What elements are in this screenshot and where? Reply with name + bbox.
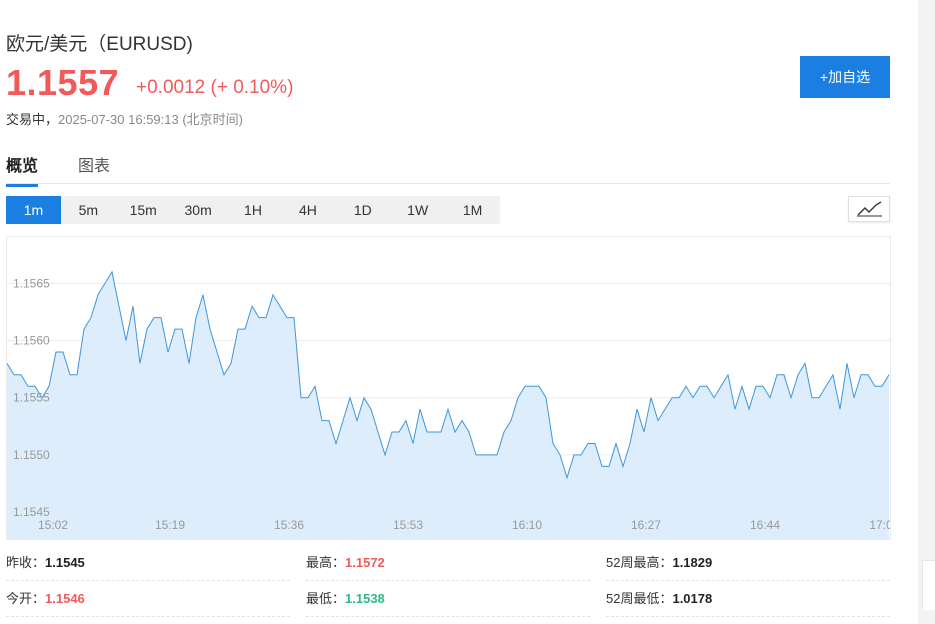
tab-chart[interactable]: 图表: [78, 152, 110, 184]
period-1m[interactable]: 1m: [6, 196, 61, 224]
stat-label: 最低：: [306, 591, 346, 606]
period-selector: 1m 5m 15m 30m 1H 4H 1D 1W 1M: [6, 196, 500, 224]
x-tick-label: 15:19: [155, 518, 185, 532]
stat-value: 1.1829: [672, 555, 713, 570]
x-tick-label: 16:44: [750, 518, 780, 532]
stat-value: 1.0178: [672, 591, 713, 606]
tab-overview[interactable]: 概览: [6, 152, 39, 187]
stat-52w-high: 52周最高：1.1829: [606, 548, 890, 581]
stat-value: 1.1572: [345, 555, 385, 570]
period-1w[interactable]: 1W: [390, 196, 445, 224]
stat-prev-close: 昨收：1.1545: [6, 548, 290, 581]
price-change: +0.0012 (+ 0.10%): [136, 77, 294, 98]
line-chart-icon: [857, 201, 882, 217]
stat-label: 昨收：: [6, 555, 46, 570]
x-tick-label: 15:02: [38, 518, 68, 532]
stat-low: 最低：1.1538: [306, 584, 590, 617]
price-chart: 1.1545 1.1550 1.1555 1.1560 1.1565 15:02 15:19…: [6, 236, 891, 540]
trading-status: 交易中，2025-07-30 16:59:13 (北京时间): [6, 109, 243, 128]
stat-high: 最高：1.1572: [306, 548, 590, 581]
stat-52w-low: 52周最低：1.0178: [606, 584, 890, 617]
view-tabs: 概览 图表: [6, 150, 890, 187]
add-watchlist-button[interactable]: +加自选: [800, 56, 890, 98]
page-title: 欧元/美元（EURUSD): [6, 34, 193, 55]
period-1d[interactable]: 1D: [335, 196, 390, 224]
stat-value: 1.1546: [45, 591, 85, 606]
stat-label: 今开：: [6, 591, 46, 606]
x-tick-label: 16:27: [631, 518, 661, 532]
y-tick-label: 1.1565: [13, 276, 50, 290]
chart-type-toggle[interactable]: [848, 196, 890, 222]
y-tick-label: 1.1550: [13, 448, 50, 462]
y-tick-label: 1.1560: [13, 334, 50, 348]
price-chart-svg: 1.15451.15501.15551.15601.156515:02 15:19…: [7, 270, 891, 539]
stat-label: 最高：: [306, 555, 346, 570]
status-timestamp: 2025-07-30 16:59:13 (北京时间): [58, 112, 243, 127]
status-label: 交易中，: [6, 112, 59, 127]
last-price: 1.1557: [6, 62, 120, 103]
period-4h[interactable]: 4H: [280, 196, 335, 224]
period-1mo[interactable]: 1M: [445, 196, 500, 224]
stat-label: 52周最高：: [606, 555, 673, 570]
period-1h[interactable]: 1H: [226, 196, 281, 224]
stat-value: 1.1545: [45, 555, 85, 570]
side-widget-edge: [922, 560, 935, 610]
x-tick-label: 16:10: [512, 518, 542, 532]
x-tick-label: 15:36: [274, 518, 304, 532]
price-area: [7, 271, 889, 539]
period-30m[interactable]: 30m: [171, 196, 226, 224]
stat-value: 1.1538: [345, 591, 385, 606]
stat-label: 52周最低：: [606, 591, 673, 606]
x-tick-label: 17:0: [869, 518, 891, 532]
period-5m[interactable]: 5m: [61, 196, 116, 224]
right-scroll-strip: [918, 0, 935, 624]
y-tick-label: 1.1555: [13, 391, 50, 405]
stat-open: 今开：1.1546: [6, 584, 290, 617]
period-15m[interactable]: 15m: [116, 196, 171, 224]
x-tick-label: 15:53: [393, 518, 423, 532]
